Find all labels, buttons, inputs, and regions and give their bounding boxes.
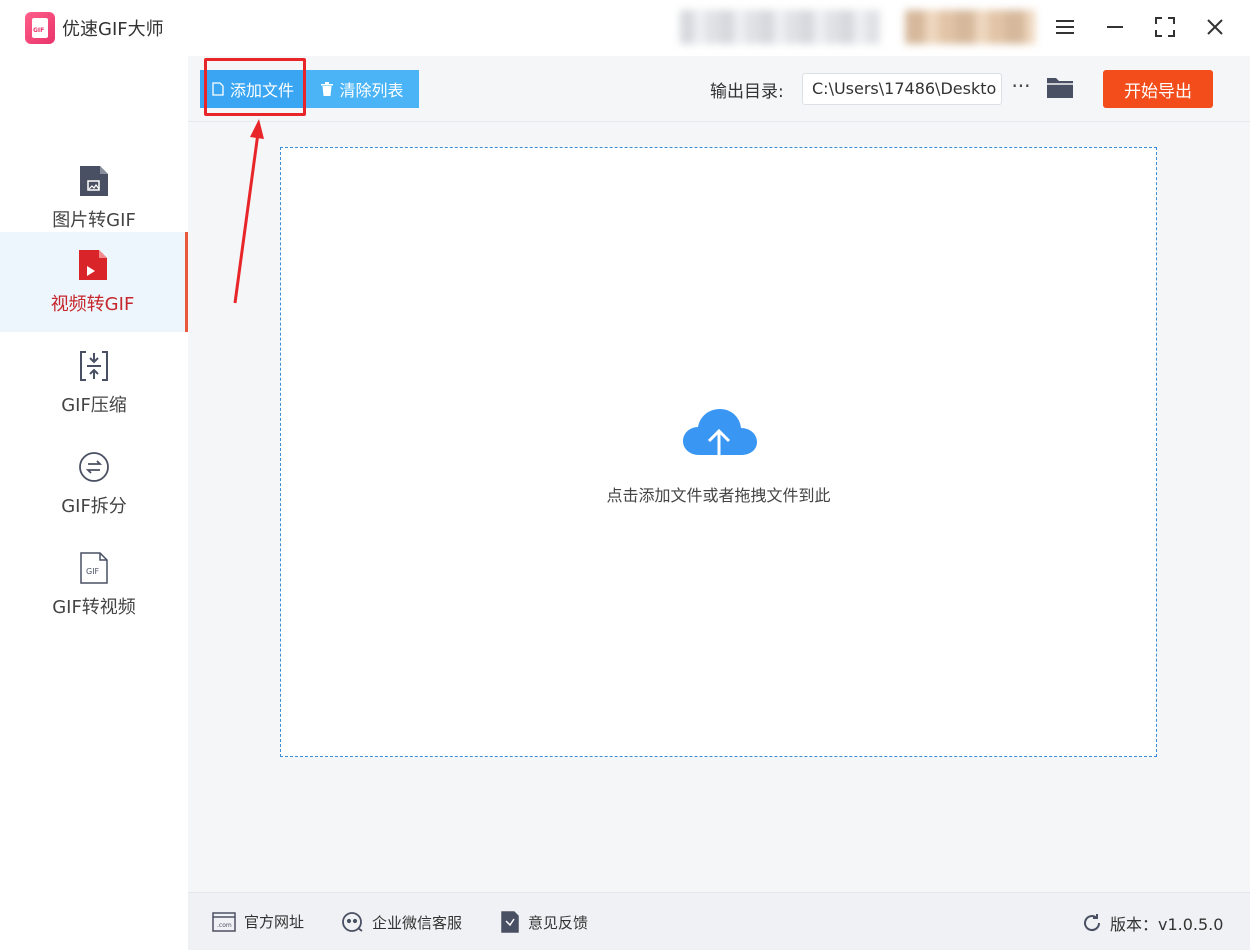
gif-file-icon: GIF [78, 551, 110, 585]
version-info[interactable]: 版本：v1.0.5.0 [1082, 911, 1223, 935]
app-title: 优速GIF大师 [62, 19, 164, 40]
sidebar-item-label: GIF拆分 [61, 496, 127, 517]
sidebar-item-label: 视频转GIF [50, 294, 135, 315]
trash-icon [321, 82, 334, 96]
feedback-icon [501, 911, 519, 933]
sidebar-item-gif-to-video[interactable]: GIF GIF转视频 [0, 535, 188, 635]
wechat-icon [342, 912, 363, 932]
blurred-account-info [905, 10, 1035, 44]
wechat-support-link[interactable]: 企业微信客服 [340, 911, 462, 933]
minimize-icon[interactable] [1098, 12, 1132, 42]
annotation-highlight-box [204, 58, 306, 116]
maximize-icon[interactable] [1148, 12, 1182, 42]
title-bar: GIF 优速GIF大师 [0, 0, 1250, 56]
output-dir-input[interactable]: C:\Users\17486\Deskto [802, 73, 1002, 105]
video-file-icon [77, 248, 109, 282]
sidebar-item-gif-compress[interactable]: GIF压缩 [0, 333, 188, 433]
main-area: 添加文件 清除列表 输出目录: C:\Users\17486\Deskto ··… [188, 56, 1250, 892]
drop-hint-text: 点击添加文件或者拖拽文件到此 [606, 486, 831, 505]
website-icon: .com [212, 911, 236, 932]
sidebar-item-gif-split[interactable]: GIF拆分 [0, 434, 188, 534]
sidebar: 图片转GIF 视频转GIF GIF压缩 GIF拆分 GIF GIF转视频 [0, 56, 188, 950]
feedback-link[interactable]: 意见反馈 [500, 911, 588, 933]
toolbar: 添加文件 清除列表 输出目录: C:\Users\17486\Deskto ··… [188, 56, 1250, 122]
clear-list-label: 清除列表 [339, 81, 404, 100]
app-logo-icon: GIF [25, 12, 55, 44]
svg-text:.com: .com [217, 922, 232, 929]
split-icon [78, 450, 110, 484]
website-link[interactable]: .com 官方网址 [212, 911, 304, 932]
blurred-account-info [680, 10, 880, 44]
sidebar-item-label: GIF压缩 [61, 395, 127, 416]
menu-icon[interactable] [1048, 12, 1082, 42]
svg-text:GIF: GIF [86, 567, 100, 576]
file-drop-zone[interactable]: 点击添加文件或者拖拽文件到此 [280, 147, 1157, 757]
open-folder-icon[interactable] [1046, 75, 1074, 101]
image-file-icon [78, 164, 110, 198]
sidebar-item-video-to-gif[interactable]: 视频转GIF [0, 232, 188, 332]
cloud-upload-icon [681, 403, 759, 473]
output-dir-label: 输出目录: [710, 82, 784, 102]
footer-bar: .com 官方网址 企业微信客服 意见反馈 版本：v1.0.5.0 [188, 892, 1250, 950]
more-options-button[interactable]: ··· [1010, 73, 1032, 103]
start-export-button[interactable]: 开始导出 [1103, 70, 1213, 108]
close-icon[interactable] [1198, 12, 1232, 42]
refresh-icon [1084, 914, 1101, 932]
clear-list-button[interactable]: 清除列表 [306, 70, 419, 108]
sidebar-item-label: GIF转视频 [52, 597, 136, 618]
compress-icon [78, 349, 110, 383]
sidebar-item-label: 图片转GIF [52, 210, 136, 231]
